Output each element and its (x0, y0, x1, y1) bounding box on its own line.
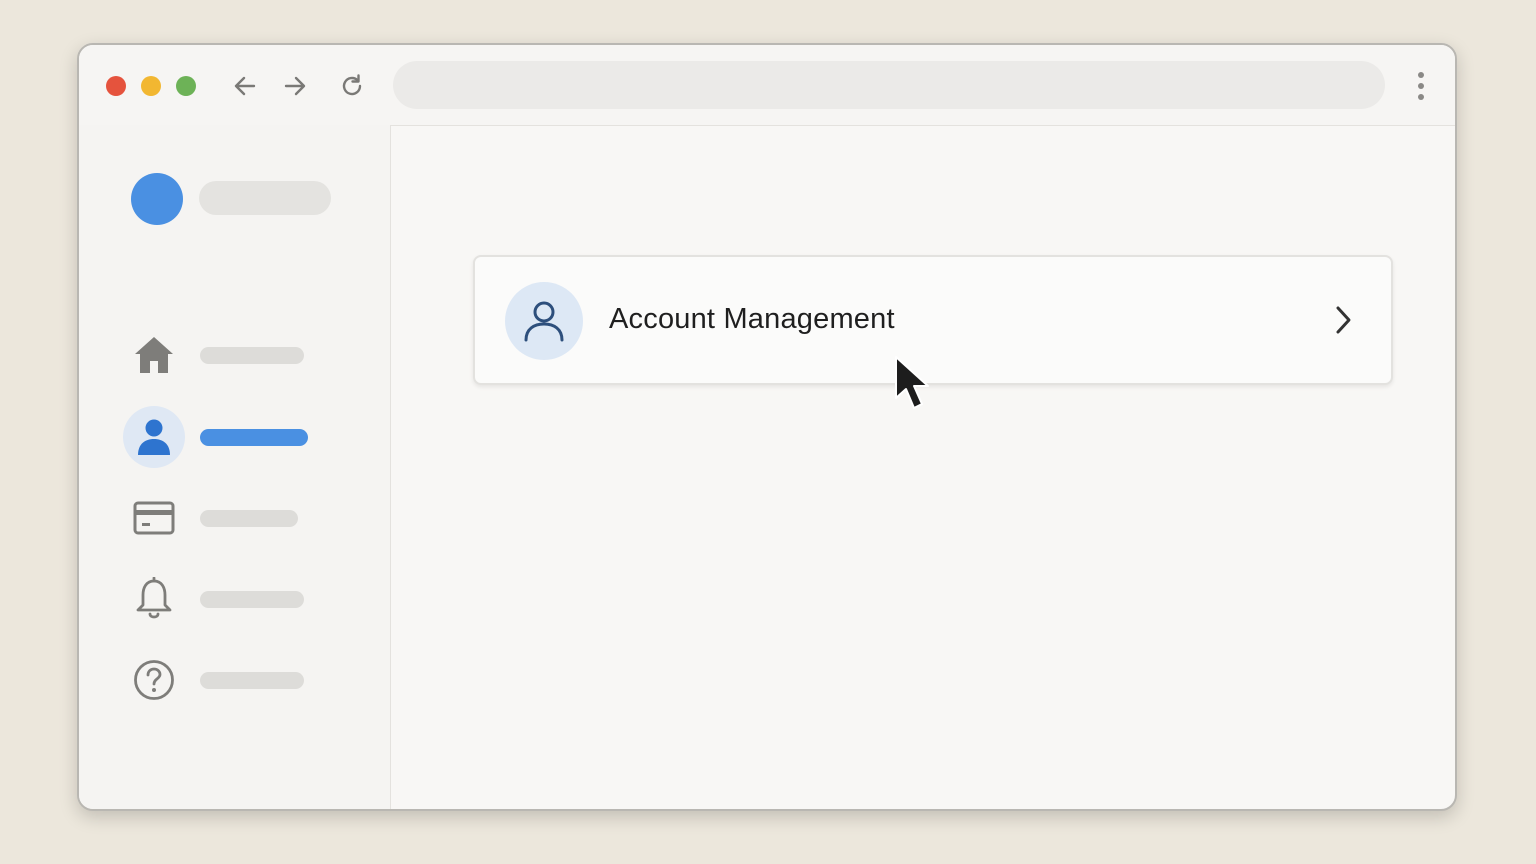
forward-button[interactable] (279, 70, 311, 102)
sidebar-item-label (200, 591, 304, 608)
user-icon (123, 406, 185, 468)
card-title: Account Management (609, 303, 895, 335)
sidebar-item-notifications[interactable] (119, 568, 359, 630)
arrow-right-icon (284, 76, 306, 96)
user-outline-icon (505, 282, 583, 360)
reload-icon (342, 74, 362, 96)
sidebar-item-help[interactable] (119, 649, 359, 711)
chevron-right-icon (1331, 303, 1355, 337)
sidebar-item-label (200, 429, 308, 446)
back-button[interactable] (229, 70, 261, 102)
sidebar-item-label (200, 510, 298, 527)
sidebar-item-home[interactable] (119, 324, 359, 386)
address-bar[interactable] (393, 61, 1385, 109)
reload-button[interactable] (336, 70, 368, 102)
sidebar-item-label (200, 672, 304, 689)
sidebar-item-billing[interactable] (119, 487, 359, 549)
kebab-menu-icon[interactable] (1405, 69, 1437, 103)
home-icon (123, 324, 185, 386)
browser-titlebar (79, 45, 1455, 126)
sidebar-item-account[interactable] (119, 406, 359, 468)
profile-name (199, 181, 331, 215)
avatar[interactable] (131, 173, 183, 225)
minimize-window-button[interactable] (141, 76, 161, 96)
close-window-button[interactable] (106, 76, 126, 96)
browser-window: Account Management (77, 43, 1457, 811)
help-icon (123, 649, 185, 711)
account-management-card[interactable]: Account Management (473, 255, 1393, 385)
bell-icon (123, 568, 185, 630)
sidebar (79, 125, 391, 809)
main-content: Account Management (391, 125, 1455, 809)
credit-card-icon (123, 487, 185, 549)
maximize-window-button[interactable] (176, 76, 196, 96)
sidebar-item-label (200, 347, 304, 364)
arrow-left-icon (234, 76, 256, 96)
